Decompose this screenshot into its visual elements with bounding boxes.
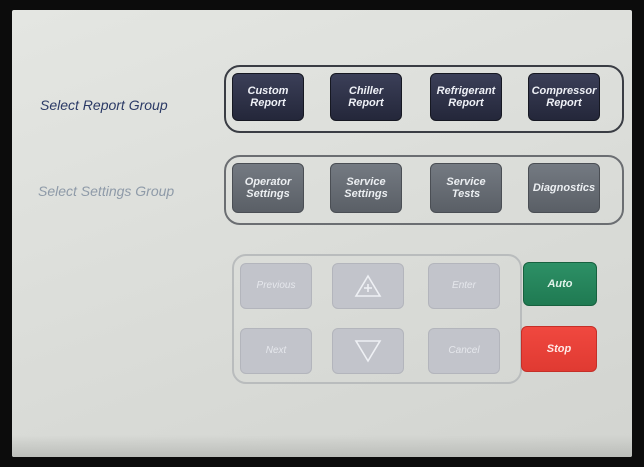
chiller-report-button[interactable]: Chiller Report — [330, 73, 402, 121]
report-group-label: Select Report Group — [40, 97, 168, 113]
panel-bottom-shade — [12, 435, 632, 457]
settings-group-label: Select Settings Group — [38, 183, 175, 199]
stop-button[interactable]: Stop — [521, 326, 597, 372]
down-arrow-icon — [354, 340, 382, 363]
next-button[interactable]: Next — [240, 328, 312, 374]
compressor-report-button[interactable]: Compressor Report — [528, 73, 600, 121]
diagnostics-button[interactable]: Diagnostics — [528, 163, 600, 213]
up-button[interactable] — [332, 263, 404, 309]
enter-button[interactable]: Enter — [428, 263, 500, 309]
cancel-button[interactable]: Cancel — [428, 328, 500, 374]
service-tests-button[interactable]: Service Tests — [430, 163, 502, 213]
auto-button[interactable]: Auto — [523, 262, 597, 306]
custom-report-button[interactable]: Custom Report — [232, 73, 304, 121]
service-settings-button[interactable]: Service Settings — [330, 163, 402, 213]
refrigerant-report-button[interactable]: Refrigerant Report — [430, 73, 502, 121]
screen-frame: Select Report Group Custom Report Chille… — [0, 0, 644, 467]
previous-button[interactable]: Previous — [240, 263, 312, 309]
operator-settings-button[interactable]: Operator Settings — [232, 163, 304, 213]
touch-panel: Select Report Group Custom Report Chille… — [12, 10, 632, 457]
down-button[interactable] — [332, 328, 404, 374]
up-arrow-plus-icon — [354, 274, 382, 297]
